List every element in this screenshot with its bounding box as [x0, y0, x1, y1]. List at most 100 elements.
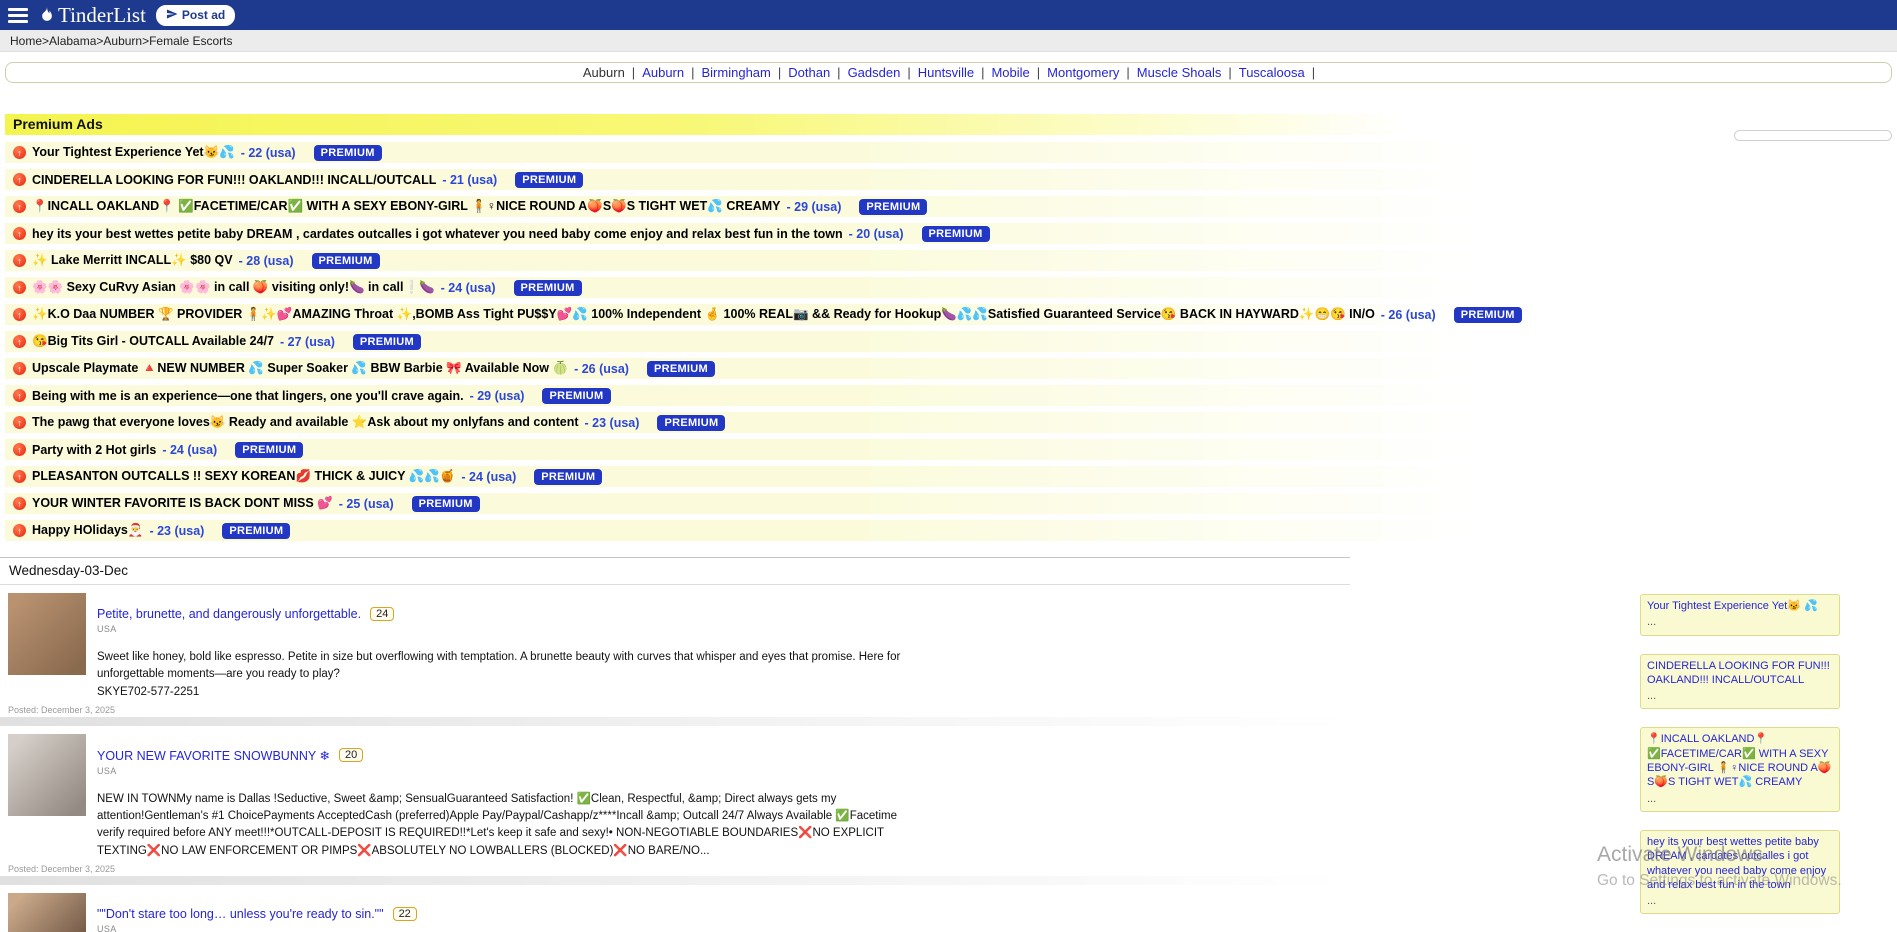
city-link-dothan[interactable]: Dothan: [788, 65, 830, 80]
premium-badge: PREMIUM: [235, 442, 303, 458]
premium-ad-row[interactable]: ↑Party with 2 Hot girls- 24 (usa)PREMIUM: [5, 439, 1560, 460]
premium-ad-title[interactable]: The pawg that everyone loves😼 Ready and …: [32, 415, 579, 430]
premium-ad-row[interactable]: ↑Happy HOlidays🎅- 23 (usa)PREMIUM: [5, 520, 1560, 541]
listing-description: Sweet like honey, bold like espresso. Pe…: [97, 649, 917, 684]
listing-thumbnail[interactable]: [8, 893, 86, 932]
post-ad-button[interactable]: Post ad: [156, 5, 235, 26]
premium-badge: PREMIUM: [1454, 307, 1522, 323]
sidebar-ad-more: ...: [1647, 894, 1833, 908]
separator: |: [1037, 65, 1040, 80]
city-link-birmingham[interactable]: Birmingham: [702, 65, 771, 80]
flame-icon: [38, 3, 56, 28]
separator: |: [691, 65, 694, 80]
premium-ad-row[interactable]: ↑ ✨K.O Daa NUMBER 🏆 PROVIDER 🧍✨💕AMAZING T…: [5, 304, 1560, 325]
premium-ad-title[interactable]: 📍INCALL OAKLAND📍 ✅FACETIME/CAR✅ WITH A S…: [32, 199, 781, 214]
up-arrow-icon: ↑: [13, 524, 26, 537]
premium-ad-title[interactable]: PLEASANTON OUTCALLS !! SEXY KOREAN💋 THIC…: [32, 469, 455, 484]
separator: |: [837, 65, 840, 80]
premium-ad-row[interactable]: ↑ 📍INCALL OAKLAND📍 ✅FACETIME/CAR✅ WITH A …: [5, 196, 1560, 217]
premium-ad-title[interactable]: ✨K.O Daa NUMBER 🏆 PROVIDER 🧍✨💕AMAZING Th…: [32, 307, 1375, 322]
city-link-huntsville[interactable]: Huntsville: [918, 65, 974, 80]
breadcrumb-city[interactable]: >Auburn: [96, 34, 142, 48]
premium-badge: PREMIUM: [514, 280, 582, 296]
premium-badge: PREMIUM: [353, 334, 421, 350]
premium-ad-row[interactable]: ↑ The pawg that everyone loves😼 Ready and…: [5, 412, 1560, 433]
up-arrow-icon: ↑: [13, 416, 26, 429]
listing-location: USA: [97, 766, 1350, 776]
premium-ad-age: - 26 (usa): [1381, 308, 1436, 322]
up-arrow-icon: ↑: [13, 254, 26, 267]
sidebar-ad-box[interactable]: CINDERELLA LOOKING FOR FUN!!! OAKLAND!!!…: [1640, 654, 1840, 710]
premium-ad-title[interactable]: Being with me is an experience—one that …: [32, 389, 464, 403]
listing-item: ""Don't stare too long… unless you're re…: [0, 885, 1350, 932]
premium-ad-age: - 29 (usa): [787, 200, 842, 214]
sidebar-ad-box[interactable]: 📍INCALL OAKLAND📍 ✅FACETIME/CAR✅ WITH A S…: [1640, 727, 1840, 811]
city-link-muscle-shoals[interactable]: Muscle Shoals: [1137, 65, 1222, 80]
sidebar-ad-more: ...: [1647, 792, 1833, 806]
listing-title-link[interactable]: ""Don't stare too long… unless you're re…: [97, 907, 384, 921]
premium-ad-title[interactable]: 😘Big Tits Girl - OUTCALL Available 24/7: [32, 334, 274, 349]
premium-ad-title[interactable]: Your Tightest Experience Yet😼💦: [32, 145, 235, 160]
premium-badge: PREMIUM: [922, 226, 990, 242]
posted-date: Posted: December 3, 2025: [8, 864, 115, 874]
breadcrumb-state[interactable]: >Alabama: [42, 34, 96, 48]
listing-thumbnail[interactable]: [8, 593, 86, 675]
sidebar-ad-link[interactable]: CINDERELLA LOOKING FOR FUN!!! OAKLAND!!!…: [1647, 659, 1833, 688]
up-arrow-icon: ↑: [13, 200, 26, 213]
premium-ad-title[interactable]: ✨ Lake Merritt INCALL✨ $80 QV: [32, 253, 233, 268]
premium-ad-title[interactable]: hey its your best wettes petite baby DRE…: [32, 227, 843, 241]
breadcrumb: Home >Alabama >Auburn >Female Escorts: [0, 30, 1897, 52]
city-link-auburn[interactable]: Auburn: [642, 65, 684, 80]
listing-title-link[interactable]: Petite, brunette, and dangerously unforg…: [97, 607, 361, 621]
premium-ad-title[interactable]: Upscale Playmate 🔺NEW NUMBER 💦 Super Soa…: [32, 361, 568, 376]
sidebar-ad-link[interactable]: hey its your best wettes petite baby DRE…: [1647, 835, 1833, 892]
premium-ad-title[interactable]: Happy HOlidays🎅: [32, 523, 143, 538]
empty-widget-box: [1734, 130, 1892, 141]
premium-ad-row[interactable]: ↑PLEASANTON OUTCALLS !! SEXY KOREAN💋 THI…: [5, 466, 1560, 487]
city-link-montgomery[interactable]: Montgomery: [1047, 65, 1119, 80]
top-navbar: TinderList Post ad: [0, 0, 1897, 30]
breadcrumb-home[interactable]: Home: [10, 34, 42, 48]
premium-ad-title[interactable]: Party with 2 Hot girls: [32, 443, 156, 457]
up-arrow-icon: ↑: [13, 146, 26, 159]
brand-logo[interactable]: TinderList: [38, 3, 146, 28]
premium-ad-row[interactable]: ↑ Your Tightest Experience Yet😼💦 - 22 (usa…: [5, 142, 1560, 163]
premium-ad-title[interactable]: 🌸🌸 Sexy CuRvy Asian 🌸🌸 in call 🍑 visitin…: [32, 280, 435, 295]
posted-date: Posted: December 3, 2025: [8, 705, 115, 715]
premium-ad-row[interactable]: ↑hey its your best wettes petite baby DR…: [5, 223, 1560, 244]
premium-ad-row[interactable]: ↑Upscale Playmate 🔺NEW NUMBER 💦 Super So…: [5, 358, 1560, 379]
separator: |: [778, 65, 781, 80]
up-arrow-icon: ↑: [13, 308, 26, 321]
premium-ad-row[interactable]: ↑🌸🌸 Sexy CuRvy Asian 🌸🌸 in call 🍑 visiti…: [5, 277, 1560, 298]
premium-ad-age: - 25 (usa): [339, 497, 394, 511]
premium-ad-row[interactable]: ↑ YOUR WINTER FAVORITE IS BACK DONT MISS …: [5, 493, 1560, 514]
premium-badge: PREMIUM: [412, 496, 480, 512]
premium-ad-row[interactable]: ↑😘Big Tits Girl - OUTCALL Available 24/7…: [5, 331, 1560, 352]
sidebar-ad-link[interactable]: 📍INCALL OAKLAND📍 ✅FACETIME/CAR✅ WITH A S…: [1647, 732, 1833, 789]
hamburger-menu-icon[interactable]: [8, 8, 28, 23]
premium-badge: PREMIUM: [647, 361, 715, 377]
separator: |: [1228, 65, 1231, 80]
sidebar-ad-link[interactable]: Your Tightest Experience Yet😼 💦: [1647, 599, 1833, 613]
city-link-mobile[interactable]: Mobile: [991, 65, 1029, 80]
sidebar-ad-box[interactable]: Your Tightest Experience Yet😼 💦 ...: [1640, 594, 1840, 636]
city-link-gadsden[interactable]: Gadsden: [848, 65, 901, 80]
up-arrow-icon: ↑: [13, 497, 26, 510]
premium-ad-title[interactable]: CINDERELLA LOOKING FOR FUN!!! OAKLAND!!!…: [32, 173, 436, 187]
listing-title-link[interactable]: YOUR NEW FAVORITE SNOWBUNNY ❄: [97, 748, 330, 763]
premium-ad-age: - 28 (usa): [239, 254, 294, 268]
listing-contact: SKYE702-577-2251: [97, 684, 1350, 701]
date-header: Wednesday-03-Dec: [0, 558, 1350, 585]
premium-badge: PREMIUM: [515, 172, 583, 188]
premium-ad-row[interactable]: ↑ Being with me is an experience—one that…: [5, 385, 1560, 406]
sidebar-ad-box[interactable]: hey its your best wettes petite baby DRE…: [1640, 830, 1840, 914]
up-arrow-icon: ↑: [13, 389, 26, 402]
premium-ad-title[interactable]: YOUR WINTER FAVORITE IS BACK DONT MISS 💕: [32, 496, 333, 511]
separator: |: [1126, 65, 1129, 80]
premium-ad-age: - 22 (usa): [241, 146, 296, 160]
listing-thumbnail[interactable]: [8, 734, 86, 816]
premium-ad-row[interactable]: ↑CINDERELLA LOOKING FOR FUN!!! OAKLAND!!…: [5, 169, 1560, 190]
city-link-tuscaloosa[interactable]: Tuscaloosa: [1239, 65, 1305, 80]
premium-ad-age: - 24 (usa): [162, 443, 217, 457]
premium-ad-row[interactable]: ↑ ✨ Lake Merritt INCALL✨ $80 QV - 28 (usa)…: [5, 250, 1560, 271]
